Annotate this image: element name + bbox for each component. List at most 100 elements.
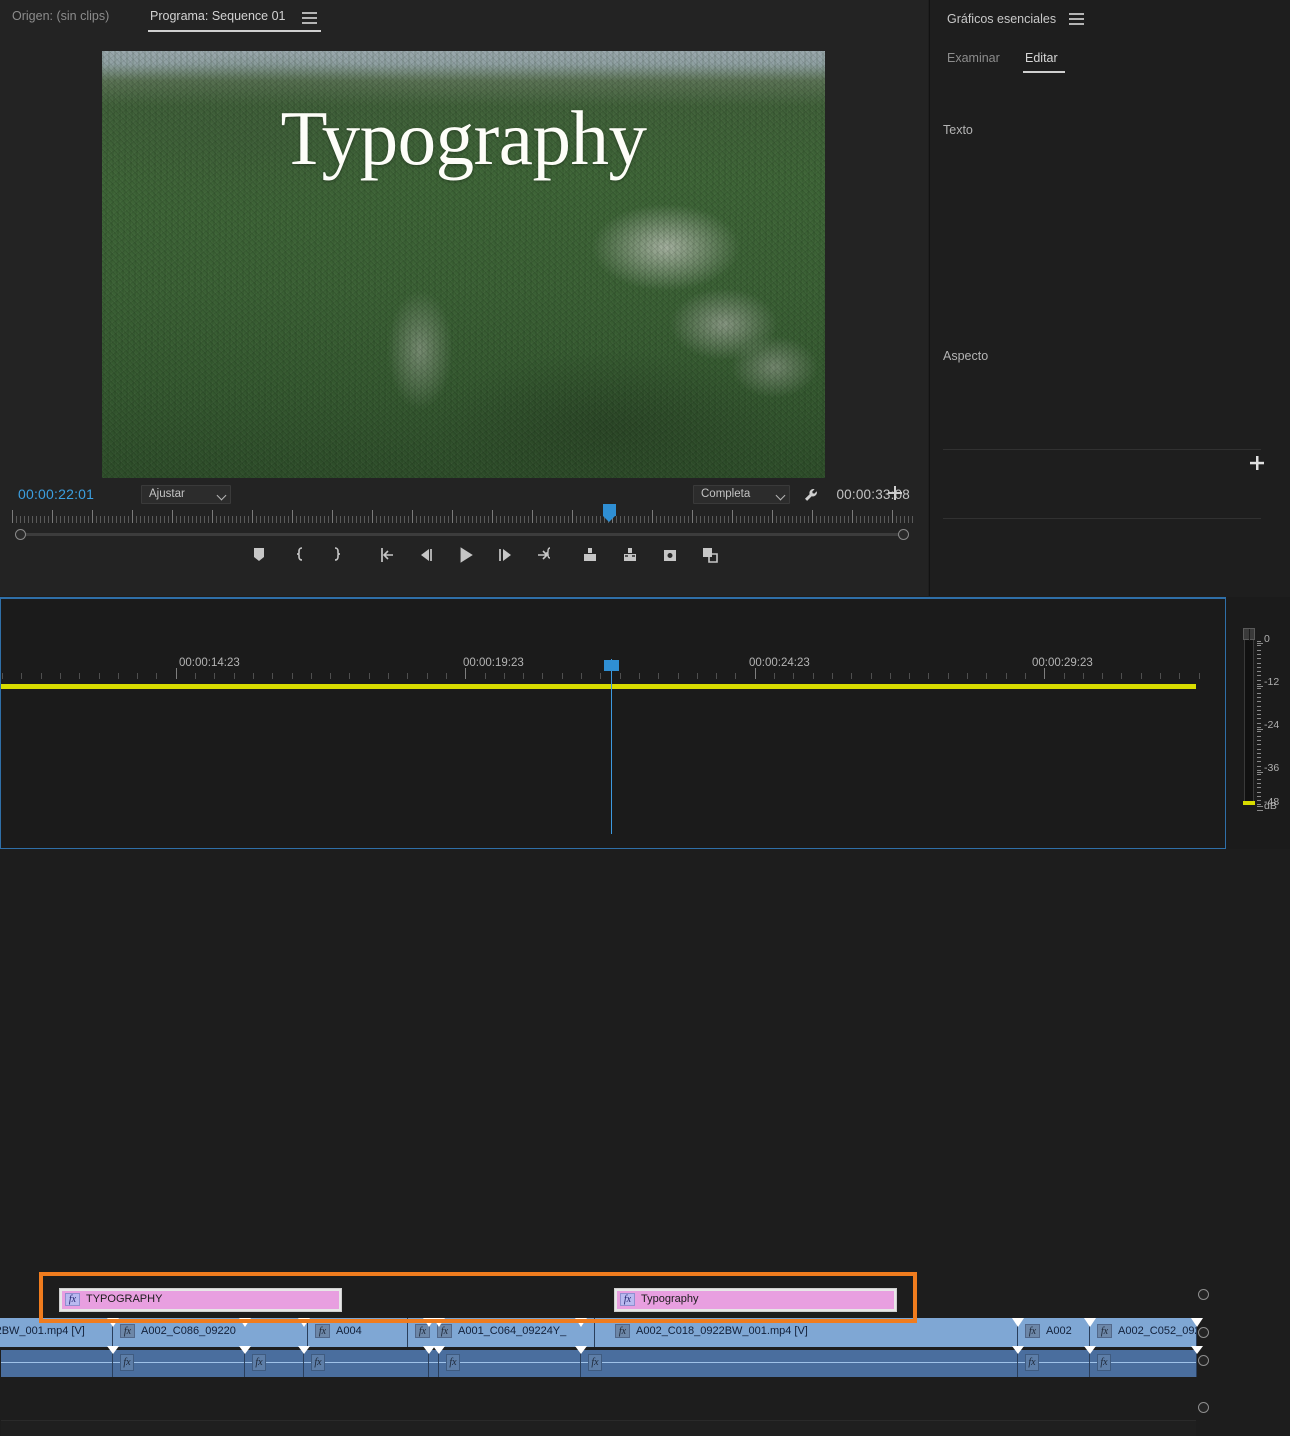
mark-out-button[interactable] <box>323 542 349 568</box>
ruler-tick <box>396 516 397 523</box>
work-area-bar[interactable] <box>1 684 1196 689</box>
go-to-in-button[interactable] <box>374 542 400 568</box>
video-clip[interactable]: fx A002_C052_0922 <box>1090 1318 1197 1347</box>
extract-button[interactable] <box>617 542 643 568</box>
ruler-tick <box>700 516 701 523</box>
fx-badge-icon[interactable]: fx <box>446 1354 460 1371</box>
playback-resolution-select[interactable]: Completa <box>693 485 790 504</box>
current-timecode[interactable]: 00:00:22:01 <box>18 486 94 502</box>
tab-program[interactable]: Programa: Sequence 01 <box>150 9 286 29</box>
export-frame-button[interactable] <box>657 542 683 568</box>
fx-badge-icon[interactable]: fx <box>1097 1324 1112 1338</box>
audio-clip[interactable]: fx <box>1018 1350 1090 1377</box>
audio-meter-tick <box>1257 744 1261 746</box>
ruler-tick <box>407 673 409 679</box>
ruler-tick <box>208 516 209 523</box>
fx-badge-icon[interactable]: fx <box>311 1354 325 1371</box>
monitor-playhead[interactable] <box>603 504 616 522</box>
go-to-out-button[interactable] <box>530 542 556 568</box>
ruler-tick <box>528 516 529 523</box>
video-clip[interactable]: fx A002 <box>1018 1318 1090 1347</box>
program-video-frame[interactable]: Typography <box>102 51 825 478</box>
audio-level-line[interactable] <box>429 1362 438 1363</box>
track-scroll-knob[interactable] <box>1198 1355 1209 1366</box>
step-forward-button[interactable] <box>492 542 518 568</box>
fx-badge-icon[interactable]: fx <box>252 1354 266 1371</box>
audio-clip[interactable]: fx <box>113 1350 245 1377</box>
audio-clip[interactable] <box>1 1350 113 1377</box>
divider <box>943 518 1261 519</box>
tab-source[interactable]: Origen: (sin clips) <box>12 9 109 23</box>
monitor-scrubber[interactable] <box>12 504 913 525</box>
audio-meter-tick <box>1257 701 1261 703</box>
fx-badge-icon[interactable]: fx <box>1025 1324 1040 1338</box>
audio-clip[interactable]: fx <box>439 1350 581 1377</box>
play-stop-button[interactable] <box>452 542 478 568</box>
clip-label: A002 <box>1046 1325 1072 1337</box>
button-editor-add-icon[interactable] <box>886 484 904 502</box>
ruler-tick <box>884 516 885 523</box>
ruler-tick <box>652 510 653 523</box>
timeline-panel[interactable]: 00:00:14:23 00:00:19:23 00:00:24:23 00:00:2… <box>0 597 1226 1436</box>
zoom-handle-right[interactable] <box>898 529 909 540</box>
fx-badge-icon[interactable]: fx <box>1097 1354 1111 1371</box>
audio-clip[interactable]: fx <box>581 1350 1018 1377</box>
audio-clip[interactable]: fx <box>245 1350 304 1377</box>
ruler-tick <box>744 516 745 523</box>
fx-badge-icon[interactable]: fx <box>120 1354 134 1371</box>
wrench-icon[interactable] <box>802 487 820 505</box>
tab-editar[interactable]: Editar <box>1025 51 1058 65</box>
ruler-tick <box>80 516 81 523</box>
audio-meter-tick <box>1257 722 1261 724</box>
plus-icon[interactable] <box>1250 456 1264 470</box>
ruler-tick <box>1198 673 1200 679</box>
ruler-tick <box>638 673 640 679</box>
ruler-tick <box>812 510 813 523</box>
mark-in-button[interactable] <box>288 542 314 568</box>
selection-highlight-rect <box>39 1272 917 1323</box>
fx-badge-icon[interactable]: fx <box>315 1324 330 1338</box>
comparison-view-button[interactable] <box>697 542 723 568</box>
audio-meter-tick <box>1257 806 1263 807</box>
ruler-tick <box>468 516 469 523</box>
audio-clip[interactable]: fx <box>1090 1350 1197 1377</box>
add-marker-button[interactable] <box>246 542 272 568</box>
audio-clip[interactable]: fx <box>304 1350 429 1377</box>
hamburger-icon[interactable] <box>1069 13 1084 28</box>
fx-badge-icon[interactable]: fx <box>120 1324 135 1338</box>
ruler-tick <box>788 516 789 523</box>
monitor-zoom-scrollbar[interactable] <box>12 528 912 540</box>
step-back-button[interactable] <box>412 542 438 568</box>
lift-button[interactable] <box>577 542 603 568</box>
zoom-level-select[interactable]: Ajustar <box>141 485 231 504</box>
ruler-tick <box>760 516 761 523</box>
audio-clip[interactable] <box>429 1350 439 1377</box>
audio-level-line[interactable] <box>1 1362 112 1363</box>
ruler-tick <box>1024 673 1026 679</box>
ruler-tick <box>684 516 685 523</box>
fx-badge-icon[interactable]: fx <box>615 1324 630 1338</box>
audio-level-line[interactable] <box>581 1362 1017 1363</box>
track-scroll-knob[interactable] <box>1198 1402 1209 1413</box>
ruler-tick <box>668 516 669 523</box>
audio-track-1[interactable]: fx fx fx fx fx fx fx <box>1 1346 1227 1378</box>
audio-level-line[interactable] <box>439 1362 580 1363</box>
ruler-tick <box>284 516 285 523</box>
audio-meter-clip-indicator[interactable] <box>1243 628 1255 641</box>
audio-meter-label: 0 <box>1264 633 1270 645</box>
audio-track-2[interactable] <box>1 1420 1196 1436</box>
ruler-tick <box>32 516 33 523</box>
ruler-tick <box>320 516 321 523</box>
ruler-tick <box>384 516 385 523</box>
track-scroll-knob[interactable] <box>1198 1289 1209 1300</box>
ruler-tick <box>252 510 253 523</box>
fx-badge-icon[interactable]: fx <box>588 1354 602 1371</box>
zoom-handle-left[interactable] <box>15 529 26 540</box>
fx-badge-icon[interactable]: fx <box>1025 1354 1039 1371</box>
hamburger-icon[interactable] <box>302 12 317 24</box>
ruler-tick <box>600 673 602 679</box>
track-scroll-knob[interactable] <box>1198 1327 1209 1338</box>
timeline-playhead-handle[interactable] <box>604 660 619 671</box>
ruler-tick <box>292 510 293 523</box>
tab-examinar[interactable]: Examinar <box>947 51 1000 65</box>
